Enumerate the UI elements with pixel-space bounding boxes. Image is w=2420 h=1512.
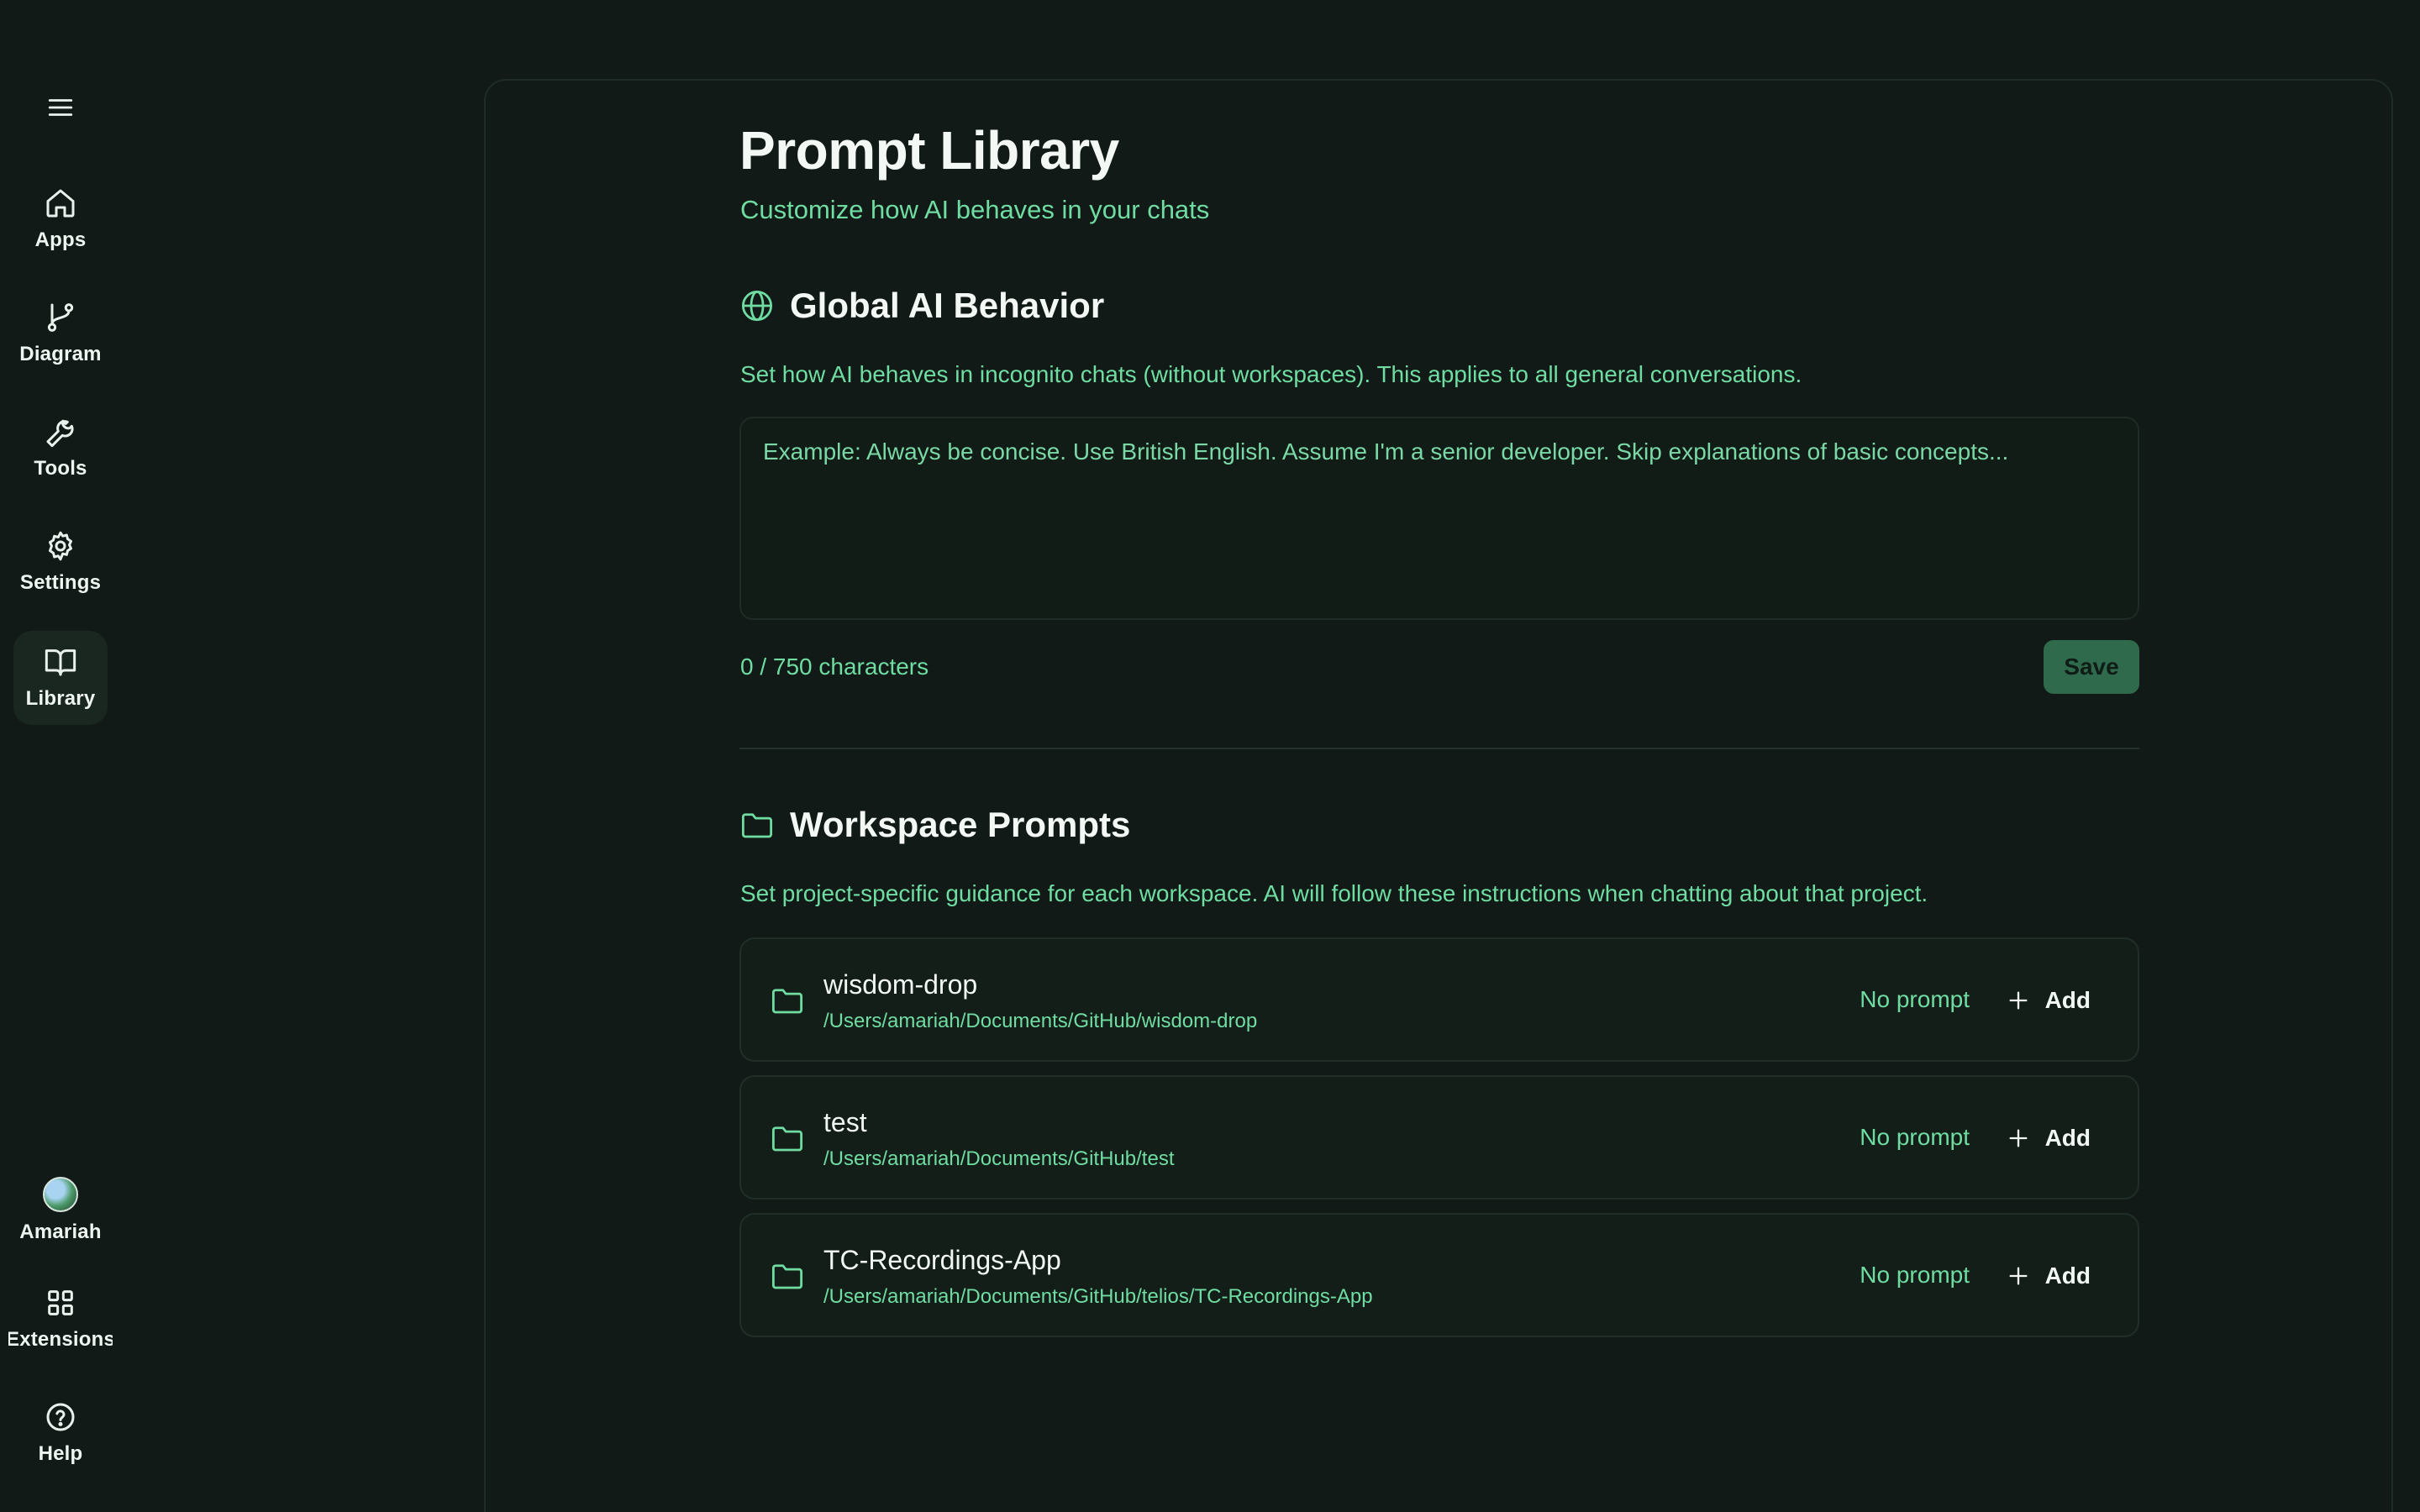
page-subtitle: Customize how AI behaves in your chats [740, 195, 1210, 224]
global-prompt-input[interactable] [739, 417, 2139, 620]
section-title: Workspace Prompts [790, 805, 1131, 844]
save-button[interactable]: Save [2044, 640, 2139, 694]
workspace-name: test [823, 1107, 867, 1137]
user-profile-button[interactable]: Amariah [13, 1163, 108, 1257]
book-open-icon [45, 649, 76, 676]
global-section-header: Global AI Behavior [739, 286, 1104, 326]
workspace-path: /Users/amariah/Documents/GitHub/test [823, 1147, 1175, 1170]
sidebar-item-label: Diagram [19, 343, 102, 365]
workspace-name: wisdom-drop [823, 969, 978, 1000]
add-label: Add [2044, 987, 2091, 1013]
sidebar-item-label: Extensions [8, 1328, 113, 1351]
folder-icon [771, 989, 803, 1014]
workspace-section-header: Workspace Prompts [739, 805, 1130, 845]
workspace-row: TC-Recordings-App /Users/amariah/Documen… [739, 1213, 2139, 1337]
add-label: Add [2044, 1125, 2091, 1151]
section-description: Set how AI behaves in incognito chats (w… [740, 361, 1802, 387]
sidebar-item-diagram[interactable]: Diagram [13, 286, 108, 381]
sidebar-item-label: Library [25, 687, 96, 710]
sidebar-item-label: Apps [34, 228, 87, 251]
add-label: Add [2044, 1263, 2091, 1289]
home-icon [46, 189, 75, 218]
app-window: Apps Diagram Tools Settings Library Amar… [0, 0, 2420, 1512]
help-circle-icon [46, 1403, 75, 1431]
add-prompt-button[interactable]: Add [2002, 976, 2096, 1025]
sidebar-item-help[interactable]: Help [13, 1386, 108, 1480]
plus-icon [2009, 991, 2028, 1010]
prompt-status: No prompt [1860, 1124, 1970, 1150]
workspace-path: /Users/amariah/Documents/GitHub/telios/T… [823, 1285, 1373, 1308]
avatar [43, 1177, 78, 1212]
workspace-path: /Users/amariah/Documents/GitHub/wisdom-d… [823, 1010, 1258, 1032]
git-branch-icon [47, 303, 74, 332]
sidebar-item-label: Settings [19, 571, 102, 594]
gear-icon [49, 531, 72, 561]
grid-icon [48, 1290, 73, 1315]
prompt-status: No prompt [1860, 1262, 1970, 1288]
globe-icon [741, 290, 773, 322]
sidebar-item-settings[interactable]: Settings [13, 515, 108, 609]
prompt-status: No prompt [1860, 986, 1970, 1012]
sidebar: Apps Diagram Tools Settings Library Amar… [0, 0, 121, 1512]
folder-icon [741, 813, 773, 838]
sidebar-item-tools[interactable]: Tools [13, 401, 108, 495]
sidebar-item-extensions[interactable]: Extensions [8, 1272, 113, 1366]
section-title: Global AI Behavior [790, 286, 1105, 325]
wrench-icon [46, 419, 74, 448]
workspace-row: wisdom-drop /Users/amariah/Documents/Git… [739, 937, 2139, 1062]
character-count: 0 / 750 characters [740, 654, 929, 680]
menu-toggle-button[interactable] [40, 87, 81, 128]
sidebar-item-library[interactable]: Library [13, 631, 108, 725]
workspace-row: test /Users/amariah/Documents/GitHub/tes… [739, 1075, 2139, 1200]
user-name: Amariah [19, 1221, 102, 1243]
sidebar-item-apps[interactable]: Apps [13, 172, 108, 266]
plus-icon [2009, 1267, 2028, 1285]
add-prompt-button[interactable]: Add [2002, 1114, 2096, 1163]
section-description: Set project-specific guidance for each w… [740, 880, 1928, 906]
sidebar-item-label: Tools [34, 457, 87, 480]
add-prompt-button[interactable]: Add [2002, 1252, 2096, 1300]
page-title: Prompt Library [739, 120, 1119, 181]
section-divider [739, 748, 2139, 749]
folder-icon [771, 1264, 803, 1289]
plus-icon [2009, 1129, 2028, 1147]
workspace-name: TC-Recordings-App [823, 1245, 1061, 1275]
sidebar-item-label: Help [38, 1442, 83, 1465]
hamburger-menu-icon [48, 99, 73, 116]
folder-icon [771, 1126, 803, 1152]
